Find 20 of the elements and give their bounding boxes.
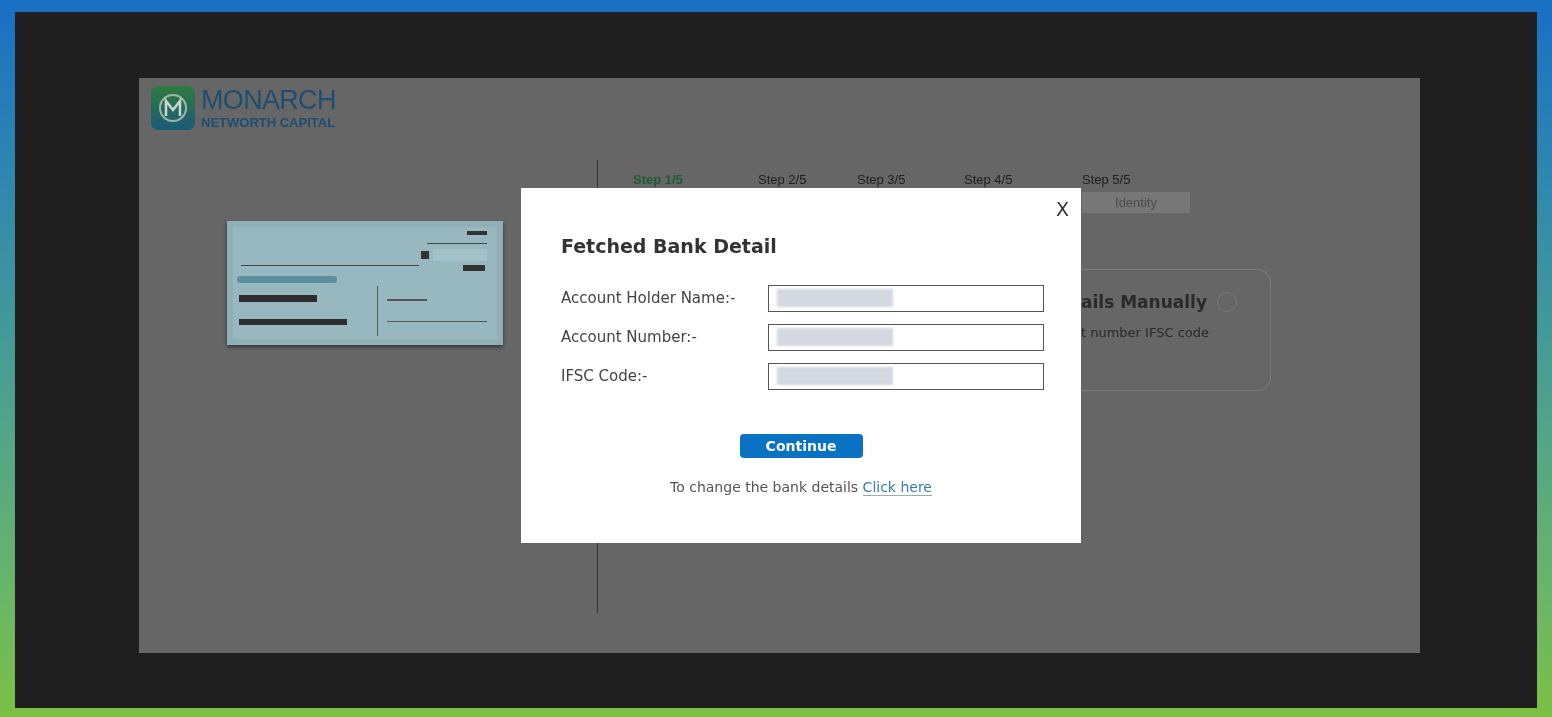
brand-name: MONARCH — [201, 87, 336, 114]
continue-button[interactable]: Continue — [739, 433, 863, 458]
field-label: IFSC Code:- — [561, 365, 649, 387]
brand-tagline: NETWORTH CAPITAL — [201, 116, 336, 129]
option-title: ails Manually — [1081, 290, 1207, 314]
input-field[interactable] — [768, 284, 1044, 312]
logo-icon — [151, 86, 195, 130]
input-field[interactable] — [768, 323, 1044, 351]
step-label[interactable]: Step 5/5 — [1082, 170, 1162, 190]
click-here-link[interactable]: Click here — [862, 478, 932, 496]
change-bank-text: To change the bank details Click here — [670, 477, 932, 498]
step-label[interactable]: Step 3/5 — [857, 170, 964, 190]
field-label: Account Holder Name:- — [561, 287, 737, 309]
close-button[interactable]: X — [1055, 200, 1069, 219]
option-subtitle: t number IFSC code — [1081, 324, 1210, 342]
field-label: Account Number:- — [561, 326, 698, 348]
step-label[interactable]: Step 4/5 — [964, 170, 1082, 190]
step-label[interactable]: Step 2/5 — [758, 170, 857, 190]
input-field[interactable] — [768, 362, 1044, 390]
dialog-title: Fetched Bank Detail — [561, 234, 778, 259]
